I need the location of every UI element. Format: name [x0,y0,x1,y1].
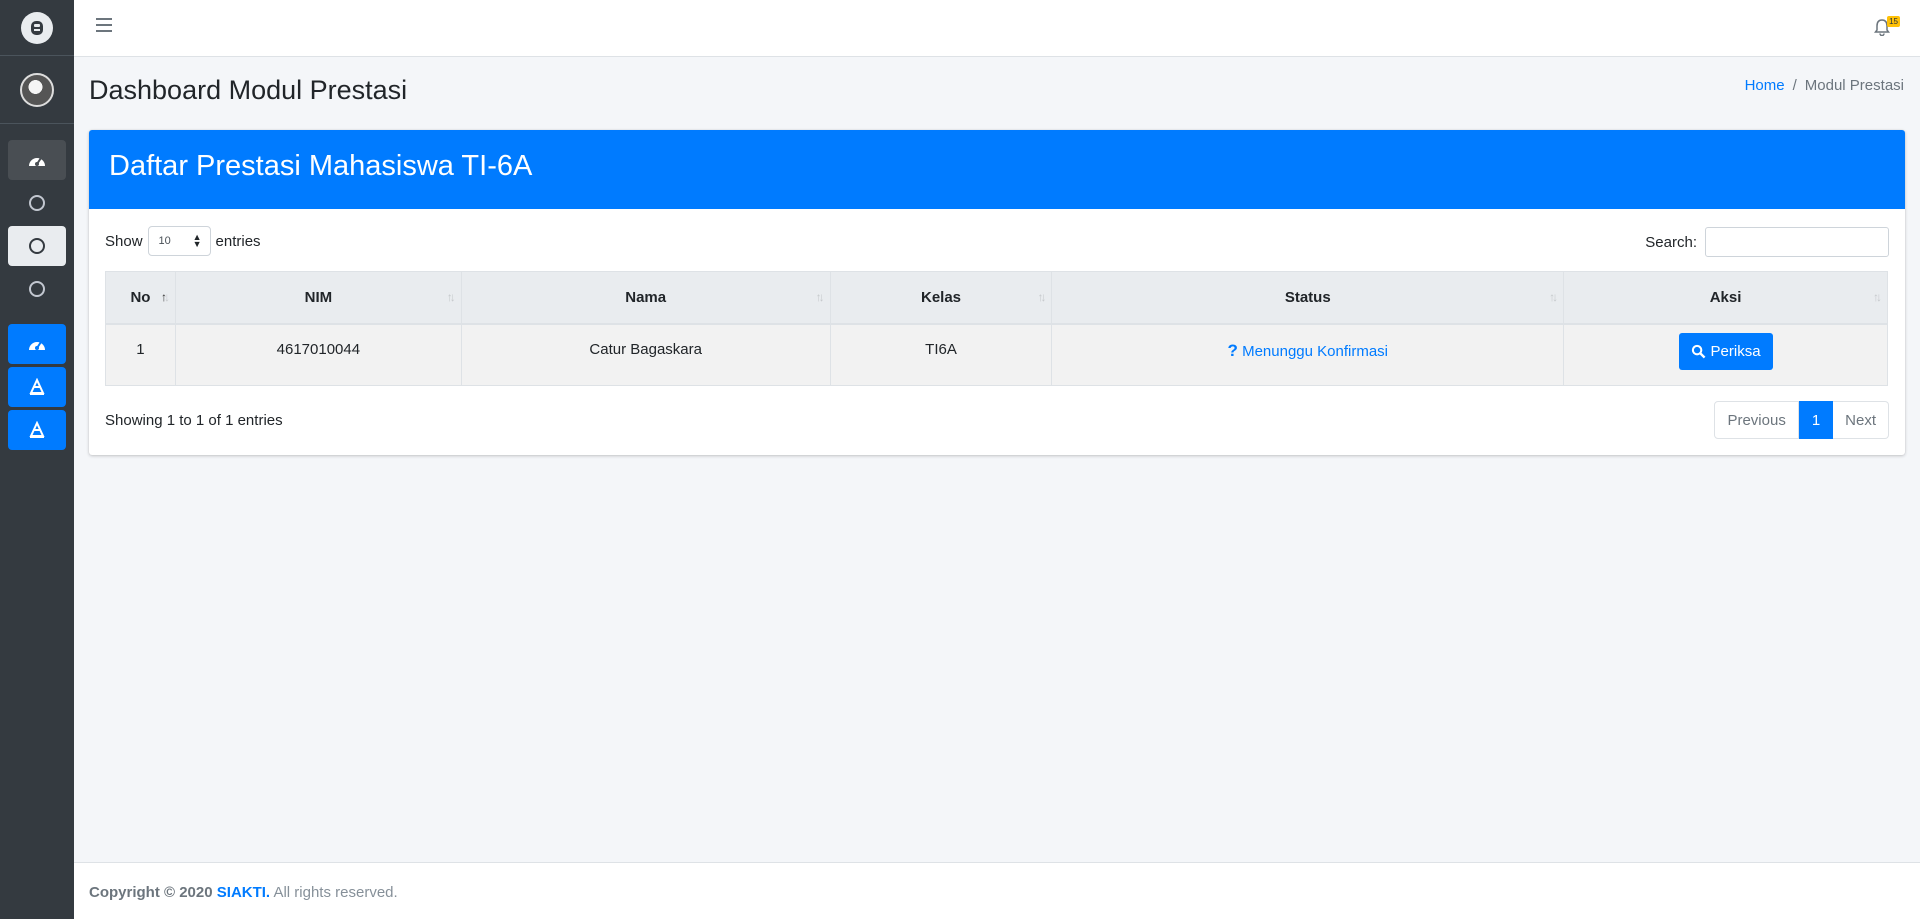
prestasi-card: Daftar Prestasi Mahasiswa TI-6A Show 10 … [89,130,1905,455]
pagination-next[interactable]: Next [1833,401,1889,439]
status-link[interactable]: ? Menunggu Konfirmasi [1227,340,1389,360]
user-panel[interactable] [0,56,74,124]
table-info: Showing 1 to 1 of 1 entries [105,412,283,429]
table-header-row: No ↑↓ NIM ↑↓ Nama ↑↓ Kelas ↑↓ Status ↑↓ Aksi ↑… [105,271,1888,325]
column-header-nama[interactable]: Nama ↑↓ [460,271,831,325]
entries-value: 10 [158,235,171,247]
card-header: Daftar Prestasi Mahasiswa TI-6A [89,130,1905,209]
circle-icon [29,238,45,254]
sidebar-item-dashboard[interactable] [8,140,66,180]
entries-select[interactable]: 10 ▲ ▼ [147,226,211,256]
sidebar-item-prestasi-2[interactable] [8,410,66,450]
footer-copyright: Copyright © 2020 [89,884,213,901]
length-control: Show 10 ▲ ▼ entries [105,226,261,256]
sort-icon: ↑↓ [1873,290,1882,304]
sort-icon: ↑↓ [446,290,456,304]
table-controls: Show 10 ▲ ▼ entries Search: [105,226,1889,258]
sort-asc-icon: ↑↓ [160,290,170,304]
search-icon [1691,344,1705,358]
circle-icon [29,281,45,297]
cell-nama: Catur Bagaskara [460,323,831,386]
brand-logo-icon[interactable] [21,11,53,44]
table-row: 1 4617010044 Catur Bagaskara TI6A ? Menu… [105,323,1888,386]
show-label: Show [105,232,143,250]
footer-brand-link[interactable]: SIAKTI. [217,884,270,901]
footer-rights: All rights reserved. [273,884,398,901]
question-icon: ? [1227,340,1238,360]
top-navbar: 15 [74,0,1920,57]
select-arrows-icon: ▲ ▼ [192,232,202,249]
column-header-status[interactable]: Status ↑↓ [1051,271,1565,325]
search-input[interactable] [1705,227,1889,257]
breadcrumb: Home / Modul Prestasi [1745,77,1904,94]
brand[interactable] [0,0,74,56]
sort-icon: ↑↓ [1549,290,1558,304]
cell-kelas: TI6A [829,323,1053,386]
circle-icon [29,195,45,211]
breadcrumb-home[interactable]: Home [1745,77,1785,94]
page-title: Dashboard Modul Prestasi [89,75,408,105]
search-control: Search: [1645,226,1889,258]
cell-aksi: Periksa [1563,323,1888,386]
sidebar-item-menu-1[interactable] [8,183,66,223]
prestasi-table: No ↑↓ NIM ↑↓ Nama ↑↓ Kelas ↑↓ Status ↑↓ Aksi ↑… [105,271,1888,386]
cell-nim: 4617010044 [174,323,462,386]
avatar[interactable] [20,72,54,107]
sidebar-item-dashboard-prestasi[interactable] [8,324,66,364]
card-title: Daftar Prestasi Mahasiswa TI-6A [109,150,533,182]
pagination-page-1[interactable]: 1 [1798,401,1834,439]
column-header-nim[interactable]: NIM ↑↓ [174,271,462,325]
trophy-icon [29,421,45,438]
search-label: Search: [1645,233,1697,251]
periksa-button[interactable]: Periksa [1678,332,1773,370]
sidebar-item-menu-2[interactable] [8,226,66,266]
dashboard-icon [29,341,45,350]
pagination-previous[interactable]: Previous [1714,401,1799,439]
status-text: Menunggu Konfirmasi [1242,342,1389,360]
cell-status: ? Menunggu Konfirmasi [1051,323,1565,386]
sort-icon: ↑↓ [1037,290,1046,304]
sort-icon: ↑↓ [815,290,825,304]
footer: Copyright © 2020 SIAKTI. All rights rese… [74,862,1920,919]
sidebar [0,0,74,919]
notification-badge: 15 [1887,16,1900,27]
dashboard-icon [29,157,45,166]
column-header-no[interactable]: No ↑↓ [105,271,176,325]
sidebar-nav [0,124,74,453]
sidebar-item-prestasi-1[interactable] [8,367,66,407]
breadcrumb-separator: / [1792,77,1797,94]
column-header-kelas[interactable]: Kelas ↑↓ [829,271,1053,325]
pagination: Previous 1 Next [1714,401,1889,439]
breadcrumb-current: Modul Prestasi [1804,77,1904,94]
cell-no: 1 [105,323,176,386]
trophy-icon [29,378,45,395]
entries-label: entries [215,232,261,250]
sidebar-item-menu-3[interactable] [8,269,66,309]
periksa-label: Periksa [1710,342,1761,360]
menu-toggle-icon[interactable] [96,18,112,32]
column-header-aksi[interactable]: Aksi ↑↓ [1563,271,1888,325]
